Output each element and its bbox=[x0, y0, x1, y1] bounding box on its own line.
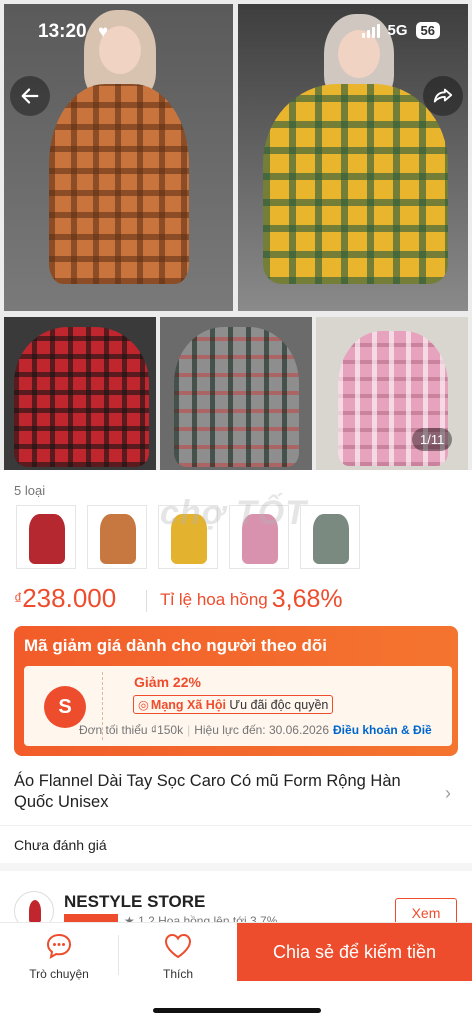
variant-thumb-brown[interactable] bbox=[87, 505, 147, 569]
status-time: 13:20 bbox=[38, 21, 87, 42]
variant-thumb-red[interactable] bbox=[16, 505, 76, 569]
image-counter: 1/11 bbox=[412, 428, 453, 451]
shop-name[interactable]: NESTYLE STORE bbox=[64, 892, 205, 912]
share-button[interactable] bbox=[423, 76, 463, 116]
voucher-meta: Đơn tối thiểu ₫150k | Hiệu lực đến: 30.06.… bbox=[79, 723, 432, 737]
section-divider bbox=[0, 863, 472, 871]
chat-button[interactable]: Trò chuyện bbox=[20, 931, 98, 981]
price-currency: ₫ bbox=[14, 591, 23, 608]
share-arrow-icon bbox=[433, 88, 453, 103]
chat-bubble-icon bbox=[45, 931, 73, 961]
back-button[interactable] bbox=[10, 76, 50, 116]
product-photo-brown-plaid[interactable] bbox=[4, 4, 233, 311]
voucher-discount: Giảm 22% bbox=[134, 674, 201, 690]
price-amount: 238.000 bbox=[22, 583, 117, 613]
voucher-badge: ◎ Mạng Xã Hội Ưu đãi độc quyền bbox=[133, 695, 334, 714]
variant-thumb-grey[interactable] bbox=[300, 505, 360, 569]
share-to-earn-button[interactable]: Chia sẻ để kiếm tiền bbox=[237, 923, 472, 981]
product-photo-grey-plaid[interactable] bbox=[160, 317, 312, 470]
product-image-gallery[interactable]: 13:20 ♥ 5G 56 1/11 bbox=[0, 0, 472, 470]
price-divider bbox=[146, 590, 147, 612]
watermark: chợ TỐT bbox=[160, 494, 307, 532]
commission-label: Tỉ lệ hoa hồng bbox=[160, 590, 268, 609]
divider bbox=[0, 825, 472, 826]
heart-icon bbox=[163, 931, 193, 961]
voucher-card[interactable]: S Giảm 22% ◎ Mạng Xã Hội Ưu đãi độc quyền… bbox=[24, 666, 452, 746]
rating-status: Chưa đánh giá bbox=[14, 837, 107, 853]
voucher-validity: Hiệu lực đến: 30.06.2026 bbox=[194, 723, 330, 737]
shopping-bag-icon: S bbox=[44, 686, 86, 728]
like-button[interactable]: Thích bbox=[140, 931, 216, 981]
badge-brand: Mạng Xã Hội bbox=[150, 698, 226, 712]
globe-icon: ◎ bbox=[138, 698, 149, 712]
chat-label: Trò chuyện bbox=[29, 967, 89, 981]
battery-icon: 56 bbox=[415, 22, 440, 39]
product-photo-red-plaid[interactable] bbox=[4, 317, 156, 470]
commission-rate: 3,68% bbox=[271, 585, 343, 613]
voucher-terms-link[interactable]: Điều khoản & Điề bbox=[333, 723, 432, 737]
voucher-min-order: Đơn tối thiểu ₫150k bbox=[79, 723, 184, 737]
badge-exclusive: Ưu đãi độc quyền bbox=[229, 698, 329, 712]
variant-count: 5 loại bbox=[14, 483, 46, 498]
price: ₫238.000 bbox=[14, 583, 116, 614]
product-title[interactable]: Áo Flannel Dài Tay Sọc Caro Có mũ Form R… bbox=[14, 771, 419, 813]
commission: Tỉ lệ hoa hồng 3,68% bbox=[160, 585, 343, 614]
signal-icon bbox=[361, 23, 380, 38]
arrow-left-icon bbox=[21, 88, 39, 104]
chevron-right-icon[interactable]: › bbox=[445, 783, 451, 804]
network-label: 5G bbox=[387, 22, 408, 39]
heart-status-icon: ♥ bbox=[98, 22, 109, 41]
product-photo-yellow-plaid[interactable] bbox=[238, 4, 468, 311]
follower-voucher-panel: Mã giảm giá dành cho người theo dõi S Gi… bbox=[14, 626, 458, 756]
like-label: Thích bbox=[162, 967, 193, 981]
action-divider bbox=[118, 935, 119, 975]
status-indicators: 5G 56 bbox=[361, 22, 440, 39]
home-indicator bbox=[153, 1008, 321, 1013]
voucher-title: Mã giảm giá dành cho người theo dõi bbox=[24, 636, 328, 655]
